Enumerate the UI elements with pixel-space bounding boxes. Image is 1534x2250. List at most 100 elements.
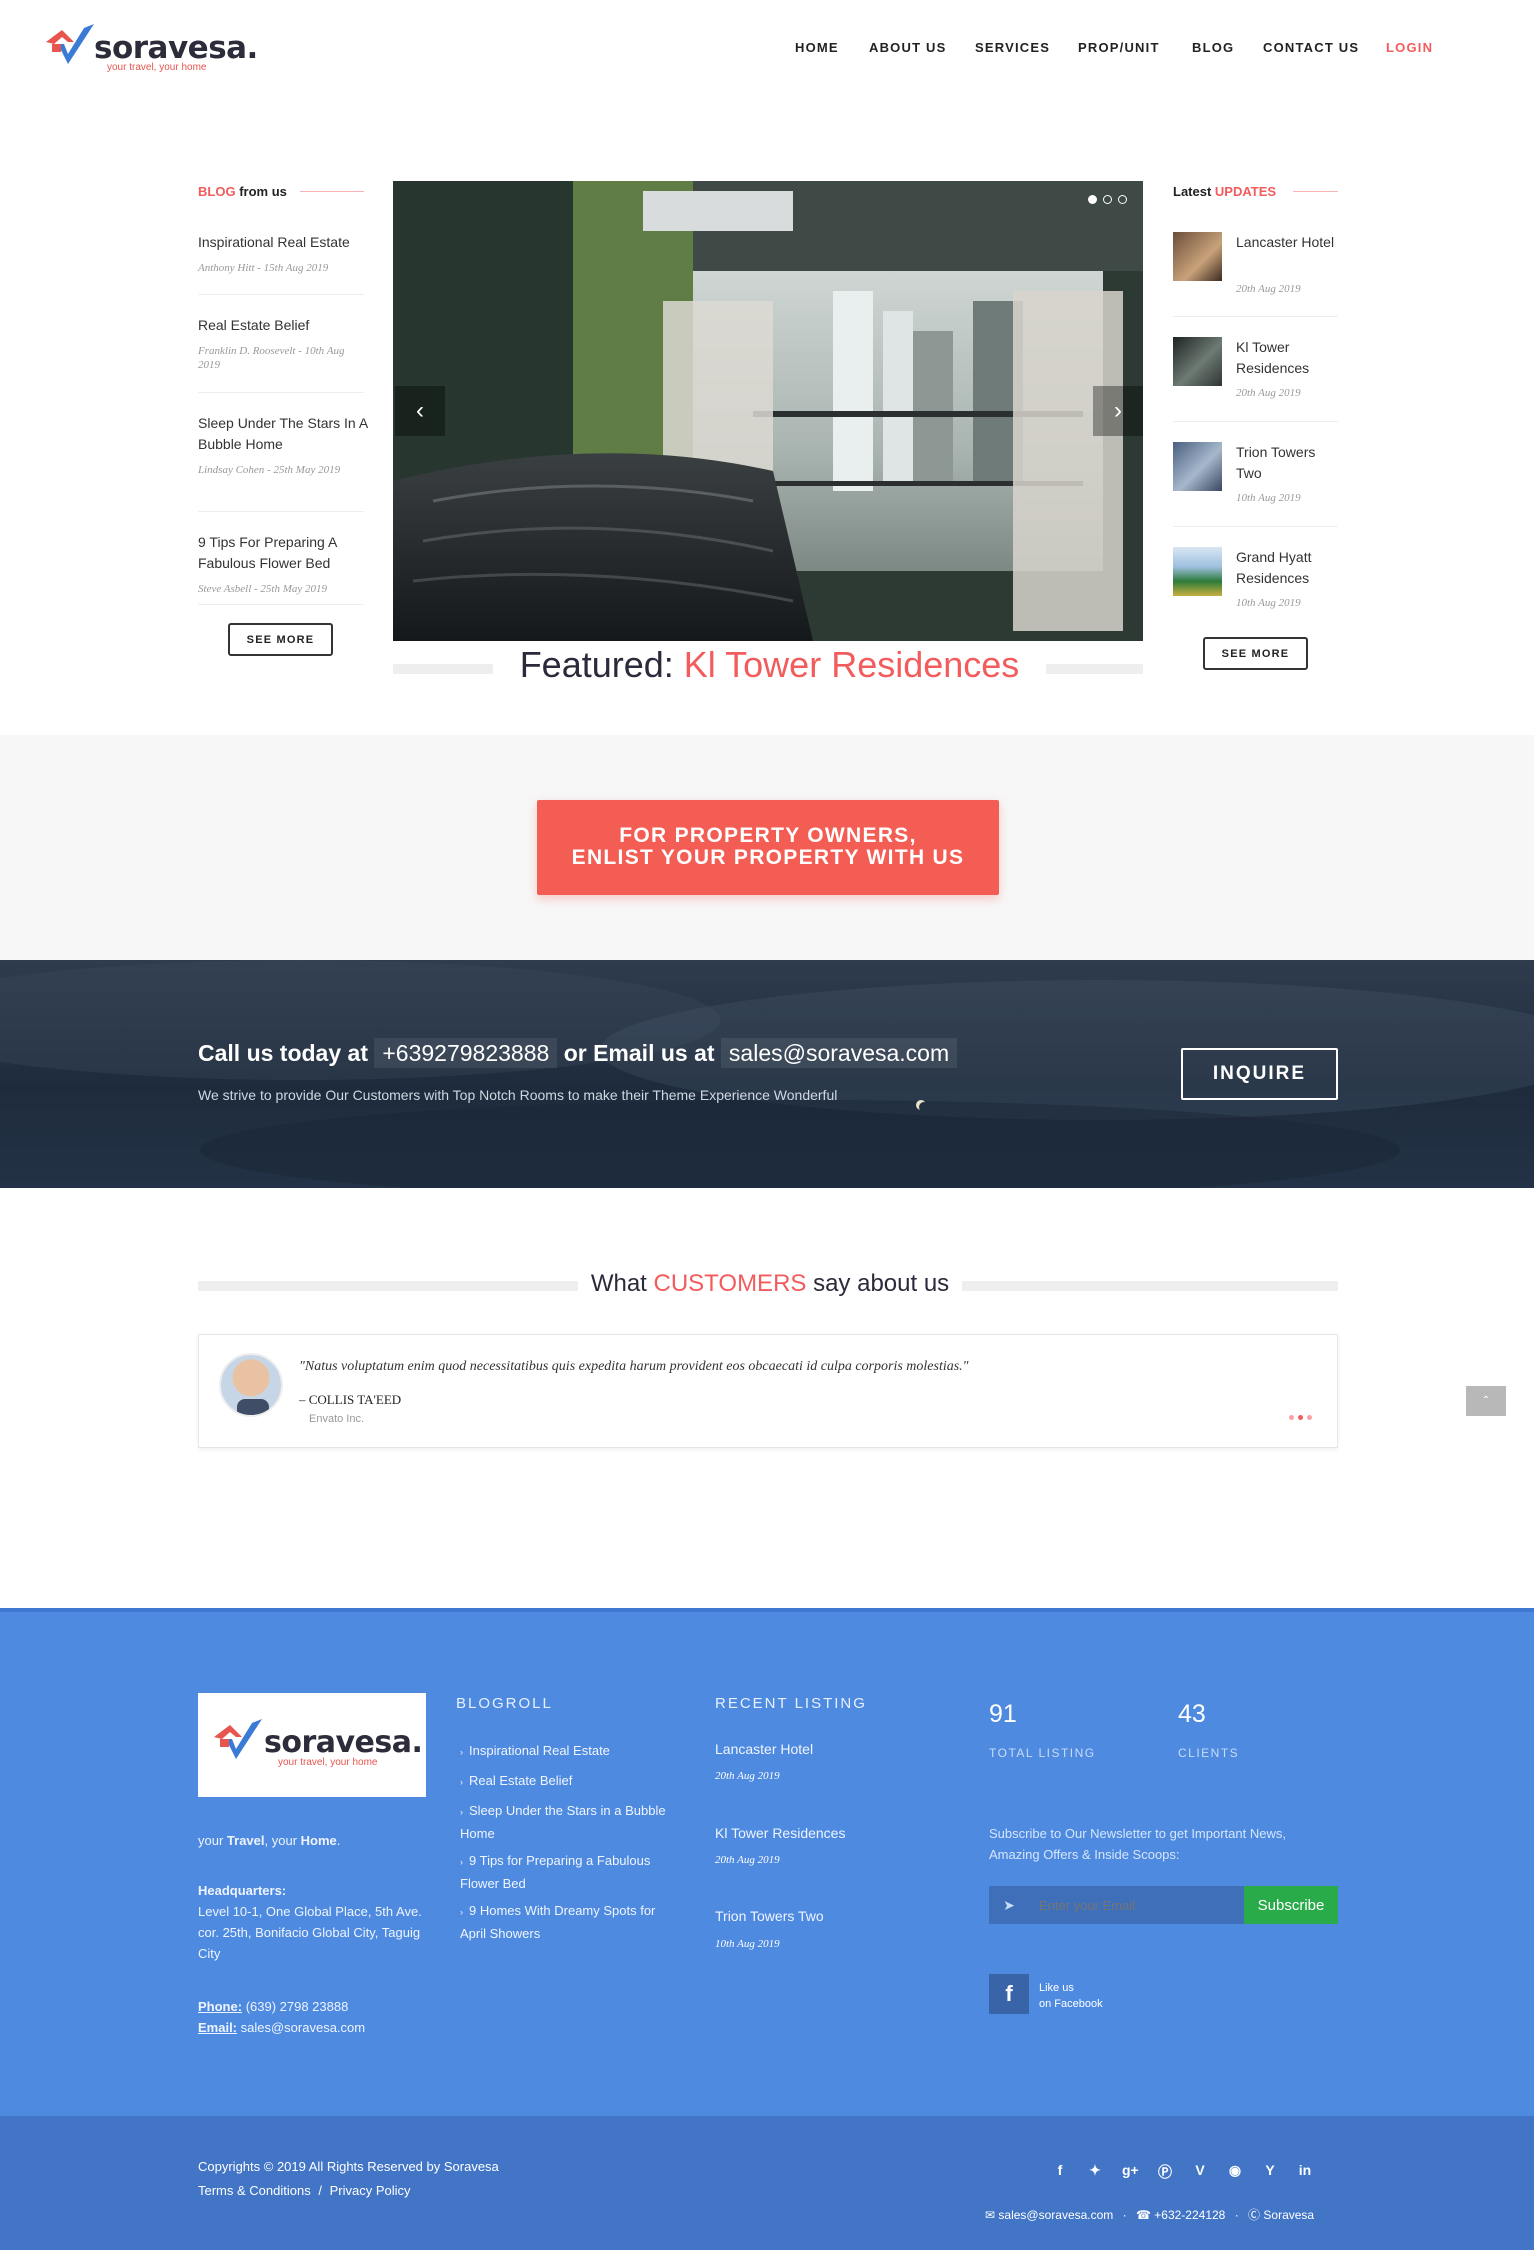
bottom-email[interactable]: sales@soravesa.com <box>998 2208 1113 2222</box>
slider-next-button[interactable]: › <box>1093 386 1143 436</box>
featured-slider[interactable] <box>393 181 1143 641</box>
enlist-property-button[interactable]: FOR PROPERTY OWNERS, ENLIST YOUR PROPERT… <box>537 800 999 895</box>
call-email[interactable]: sales@soravesa.com <box>720 1038 958 1068</box>
blog-post-meta: Steve Asbell - 25th May 2019 <box>198 583 328 595</box>
stat-clients-label: CLIENTS <box>1178 1746 1240 1760</box>
blogroll-link[interactable]: › 9 Tips for Preparing a Fabulous Flower … <box>460 1850 670 1894</box>
nav-blog[interactable]: BLOG <box>1192 40 1234 55</box>
chevron-up-icon: ˆ <box>1483 1393 1489 1409</box>
updates-sidebar-title: Latest UPDATES <box>1173 184 1276 199</box>
google-plus-icon[interactable]: g+ <box>1122 2162 1139 2182</box>
testimonial-company: Envato Inc. <box>309 1413 365 1425</box>
recent-listing-date: 10th Aug 2019 <box>715 1938 780 1950</box>
footer-logo-name: soravesa. <box>264 1725 423 1760</box>
stat-total-listing-value: 91 <box>989 1700 1017 1728</box>
testimonial-dot-active[interactable] <box>1298 1415 1303 1420</box>
call-subtitle: We strive to provide Our Customers with … <box>198 1087 838 1103</box>
facebook-icon[interactable]: f <box>989 1974 1029 2014</box>
twitter-icon[interactable]: ✦ <box>1087 2162 1103 2182</box>
post-divider <box>198 294 364 295</box>
blogroll-link-label: Inspirational Real Estate <box>469 1743 610 1758</box>
testimonial-author: – COLLIS TA'EED <box>299 1392 402 1407</box>
update-thumbnail[interactable] <box>1173 442 1222 491</box>
phone-value[interactable]: (639) 2798 23888 <box>246 1999 349 2014</box>
cta-line-2: ENLIST YOUR PROPERTY WITH US <box>571 846 965 869</box>
nav-home[interactable]: HOME <box>795 40 839 55</box>
bottom-phone[interactable]: +632-224128 <box>1154 2208 1225 2222</box>
update-thumbnail[interactable] <box>1173 547 1222 596</box>
testimonial-dot[interactable] <box>1289 1415 1294 1420</box>
call-phone[interactable]: +639279823888 <box>374 1038 558 1068</box>
bottom-skype[interactable]: Soravesa <box>1263 2208 1314 2222</box>
vimeo-icon[interactable]: V <box>1192 2162 1208 2182</box>
blogroll-link[interactable]: › Real Estate Belief <box>460 1770 670 1793</box>
nav-contact-us[interactable]: CONTACT US <box>1263 40 1359 55</box>
update-date: 10th Aug 2019 <box>1236 597 1301 609</box>
linkedin-icon[interactable]: in <box>1297 2162 1313 2182</box>
update-title[interactable]: Grand Hyatt Residences <box>1236 547 1336 589</box>
update-title[interactable]: Lancaster Hotel <box>1236 232 1336 253</box>
chevron-left-icon: ‹ <box>416 397 424 424</box>
updates-see-more-button[interactable]: SEE MORE <box>1203 637 1308 670</box>
update-thumbnail[interactable] <box>1173 232 1222 281</box>
back-to-top-button[interactable]: ˆ <box>1466 1386 1506 1416</box>
moon-icon <box>919 1102 929 1112</box>
recent-listing-title-link[interactable]: Kl Tower Residences <box>715 1823 845 1844</box>
slider-dot[interactable] <box>1118 195 1127 204</box>
blog-see-more-button[interactable]: SEE MORE <box>228 623 333 656</box>
recent-listing-title-link[interactable]: Trion Towers Two <box>715 1906 824 1927</box>
updates-title-prefix: Latest <box>1173 184 1212 199</box>
facebook-like[interactable]: Like us on Facebook <box>1039 1980 1103 2012</box>
blogroll-link[interactable]: › Inspirational Real Estate <box>460 1740 670 1763</box>
nav-prop-unit[interactable]: PROP/UNIT <box>1078 40 1160 55</box>
testimonial-dot[interactable] <box>1307 1415 1312 1420</box>
subscribe-button[interactable]: Subscribe <box>1244 1886 1338 1924</box>
hq-address: Level 10-1, One Global Place, 5th Ave. c… <box>198 1904 422 1961</box>
slider-dot-active[interactable] <box>1088 195 1097 204</box>
yahoo-icon[interactable]: Y <box>1262 2162 1278 2182</box>
facebook-icon[interactable]: f <box>1052 2162 1068 2182</box>
nav-services[interactable]: SERVICES <box>975 40 1050 55</box>
nav-about-us[interactable]: ABOUT US <box>869 40 947 55</box>
blog-post-meta: Lindsay Cohen - 25th May 2019 <box>198 464 341 476</box>
footer-logo-box[interactable]: soravesa. your travel, your home <box>198 1693 426 1797</box>
chevron-right-icon: › <box>1114 397 1122 424</box>
nav-login[interactable]: LOGIN <box>1386 40 1433 55</box>
legal-links: Terms & Conditions / Privacy Policy <box>198 2183 411 2198</box>
blog-post-title[interactable]: Real Estate Belief <box>198 315 368 336</box>
terms-link[interactable]: Terms & Conditions <box>198 2183 311 2198</box>
pinterest-icon[interactable]: Ⓟ <box>1157 2162 1173 2182</box>
inquire-button[interactable]: INQUIRE <box>1181 1048 1338 1100</box>
slider-dot[interactable] <box>1103 195 1112 204</box>
logo-name[interactable]: soravesa. <box>94 30 258 66</box>
recent-listing-title-link[interactable]: Lancaster Hotel <box>715 1739 813 1760</box>
testimonials-title: What CUSTOMERS say about us <box>578 1270 962 1298</box>
blogroll-link[interactable]: › 9 Homes With Dreamy Spots for April Sho… <box>460 1900 680 1944</box>
chevron-right-icon: › <box>460 1747 463 1757</box>
testimonials-title-prefix: What <box>590 1270 647 1297</box>
testimonials-title-accent: CUSTOMERS <box>653 1270 807 1297</box>
blog-post-title[interactable]: Inspirational Real Estate <box>198 232 368 253</box>
logo-icon[interactable] <box>44 20 100 68</box>
customer-avatar <box>219 1353 283 1417</box>
featured-name[interactable]: Kl Tower Residences <box>684 644 1020 685</box>
blogroll-link[interactable]: › Sleep Under the Stars in a Bubble Home <box>460 1800 670 1844</box>
hq-label: Headquarters: <box>198 1883 287 1898</box>
recent-listing-date: 20th Aug 2019 <box>715 1770 780 1782</box>
blog-post-title[interactable]: Sleep Under The Stars In A Bubble Home <box>198 413 368 455</box>
update-thumbnail[interactable] <box>1173 337 1222 386</box>
update-date: 20th Aug 2019 <box>1236 283 1301 295</box>
newsletter-email-input[interactable] <box>1029 1886 1244 1924</box>
update-title[interactable]: Kl Tower Residences <box>1236 337 1336 379</box>
blogroll-link-label: Real Estate Belief <box>469 1773 573 1788</box>
blog-post-title[interactable]: 9 Tips For Preparing A Fabulous Flower B… <box>198 532 368 574</box>
tagline-b: Travel <box>226 1833 265 1848</box>
github-icon[interactable]: ◉ <box>1227 2162 1243 2182</box>
email-value[interactable]: sales@soravesa.com <box>241 2020 365 2035</box>
slider-prev-button[interactable]: ‹ <box>395 386 445 436</box>
featured-prefix: Featured: <box>519 644 674 685</box>
privacy-link[interactable]: Privacy Policy <box>330 2183 411 2198</box>
featured-caption: Featured: Kl Tower Residences <box>493 644 1046 686</box>
update-title[interactable]: Trion Towers Two <box>1236 442 1336 484</box>
tagline-c: , your <box>264 1833 298 1848</box>
